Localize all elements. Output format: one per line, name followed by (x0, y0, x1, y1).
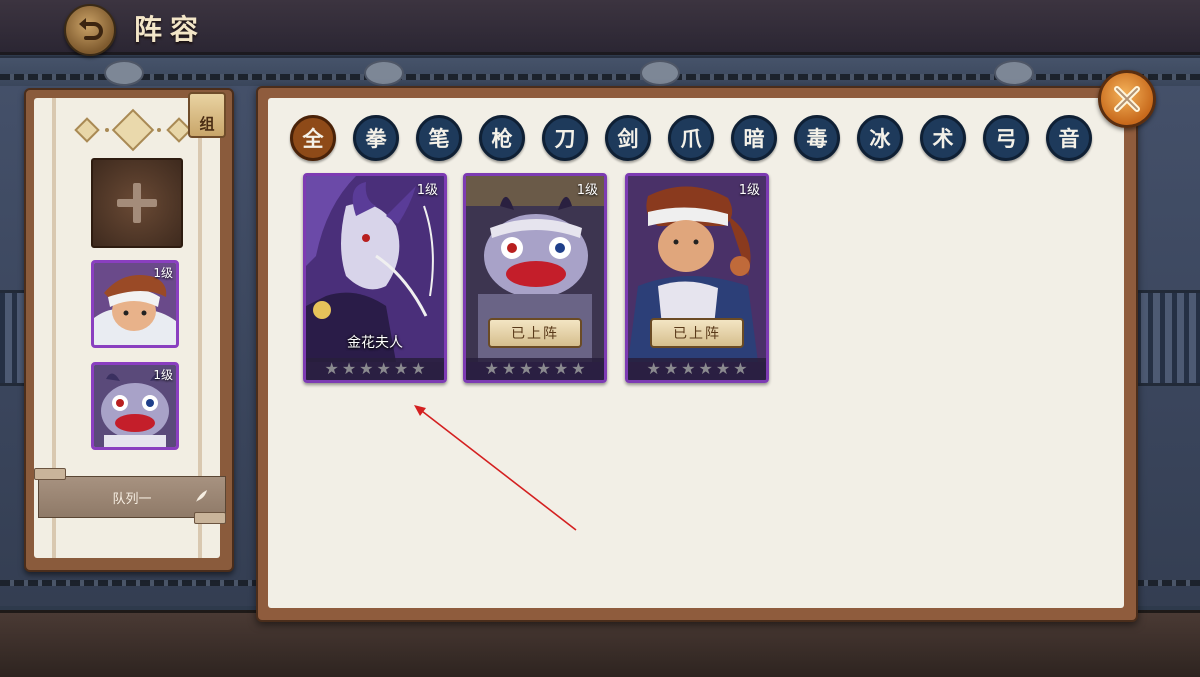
star-icon: ★ (646, 359, 661, 378)
queue-bar-tab (194, 512, 226, 524)
filter-ice[interactable]: 冰 (857, 115, 903, 161)
star-icon: ★ (536, 359, 551, 378)
star-icon: ★ (393, 359, 409, 378)
filter-bow[interactable]: 弓 (983, 115, 1029, 161)
back-button[interactable] (64, 4, 116, 56)
feather-edit-icon[interactable] (193, 488, 209, 504)
page-title: 阵容 (134, 13, 207, 46)
team-slot-level: 1级 (153, 266, 173, 280)
star-icon: ★ (698, 359, 713, 378)
deployed-label: 已上阵 (511, 326, 559, 342)
hero-name: 金花夫人 (347, 335, 403, 351)
team-slot-2[interactable]: 1级 (91, 362, 179, 450)
background-knot (104, 60, 144, 86)
star-icon: ★ (663, 359, 679, 378)
background-knot (364, 60, 404, 86)
deployed-badge: 已上阵 (650, 318, 744, 348)
star-icon: ★ (484, 359, 499, 378)
filter-label: 音 (1058, 127, 1080, 151)
filter-label: 拳 (365, 127, 387, 151)
star-icon: ★ (501, 359, 517, 378)
filter-brush[interactable]: 笔 (416, 115, 462, 161)
add-hero-slot[interactable] (91, 158, 183, 248)
deployed-badge: 已上阵 (488, 318, 582, 348)
background-knot (994, 60, 1034, 86)
close-x-icon (1114, 86, 1140, 112)
filter-label: 全 (302, 127, 324, 151)
filter-hidden-weapon[interactable]: 暗 (731, 115, 777, 161)
close-button[interactable] (1098, 70, 1156, 128)
star-icon: ★ (553, 359, 569, 378)
hero-card-2[interactable]: 1级 已上阵 ★ ★ ★ ★ ★ ★ (463, 173, 607, 383)
back-arrow-icon (79, 18, 103, 40)
star-rating: ★ ★ ★ ★ ★ ★ (306, 358, 444, 380)
star-icon: ★ (733, 359, 748, 378)
team-panel: 1级 1级 队列一 组 (24, 88, 234, 572)
queue-bar-tab (34, 468, 66, 480)
team-panel-inner: 1级 1级 队列一 (34, 98, 226, 558)
filter-magic[interactable]: 术 (920, 115, 966, 161)
star-icon: ★ (681, 359, 696, 378)
star-rating: ★ ★ ★ ★ ★ ★ (628, 358, 766, 380)
star-icon: ★ (571, 359, 586, 378)
star-icon: ★ (519, 359, 534, 378)
star-rating: ★ ★ ★ ★ ★ ★ (466, 358, 604, 380)
card-level: 1级 (738, 183, 760, 198)
star-icon: ★ (411, 359, 426, 378)
filter-label: 刀 (554, 127, 576, 151)
star-icon: ★ (324, 359, 339, 378)
filter-label: 毒 (806, 127, 828, 151)
filter-blade[interactable]: 刀 (542, 115, 588, 161)
hero-card-1[interactable]: 1级 金花夫人 ★ ★ ★ ★ ★ ★ (303, 173, 447, 383)
card-level: 1级 (576, 183, 598, 198)
annotation-arrow (414, 405, 577, 531)
hero-card-3[interactable]: 1级 已上阵 ★ ★ ★ ★ ★ ★ (625, 173, 769, 383)
panel-ornament (74, 108, 192, 152)
filter-spear[interactable]: 枪 (479, 115, 525, 161)
filter-label: 术 (932, 127, 954, 151)
background-lattice-right (1136, 290, 1200, 386)
star-icon: ★ (715, 359, 731, 378)
group-tag-label: 组 (199, 115, 215, 133)
filter-label: 弓 (995, 127, 1017, 151)
team-slot-level: 1级 (153, 368, 173, 382)
filter-label: 爪 (680, 127, 702, 151)
filter-all[interactable]: 全 (290, 115, 336, 161)
filter-label: 剑 (617, 127, 639, 151)
filter-sword[interactable]: 剑 (605, 115, 651, 161)
deployed-label: 已上阵 (673, 326, 721, 342)
star-icon: ★ (376, 359, 391, 378)
star-icon: ★ (341, 359, 357, 378)
filter-label: 暗 (743, 127, 765, 151)
team-slot-1[interactable]: 1级 (91, 260, 179, 348)
filter-claw[interactable]: 爪 (668, 115, 714, 161)
filter-poison[interactable]: 毒 (794, 115, 840, 161)
filter-label: 笔 (428, 127, 450, 151)
card-level: 1级 (416, 183, 438, 198)
queue-label: 队列一 (112, 491, 152, 507)
filter-fist[interactable]: 拳 (353, 115, 399, 161)
group-tag[interactable]: 组 (188, 92, 226, 138)
star-icon: ★ (359, 359, 374, 378)
filter-label: 冰 (869, 127, 891, 151)
background-knot (640, 60, 680, 86)
filter-sound[interactable]: 音 (1046, 115, 1092, 161)
filter-label: 枪 (491, 127, 513, 151)
